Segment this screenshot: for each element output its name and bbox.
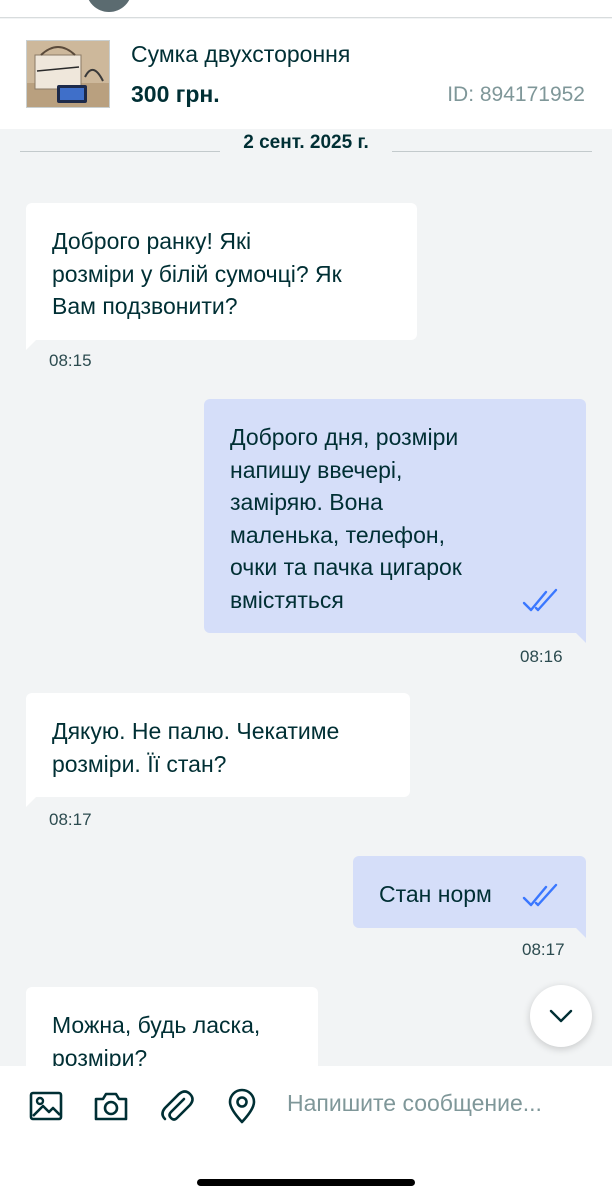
location-pin-icon[interactable] [222, 1086, 262, 1126]
date-separator: 2 сент. 2025 г. [20, 132, 592, 158]
message-line: заміряю. Вона [230, 489, 383, 515]
message-line: очки та пачка цигарок [230, 554, 462, 580]
bag-photo-icon [27, 41, 109, 107]
message-line: вмістяться [230, 586, 344, 613]
product-price: 300 грн. [131, 81, 220, 107]
chevron-down-icon [549, 1009, 573, 1023]
double-check-icon [522, 588, 558, 612]
message-input[interactable]: Напишите сообщение... [287, 1090, 542, 1117]
paperclip-icon[interactable] [157, 1086, 197, 1126]
message-bubble-outgoing[interactable]: Стан норм [353, 856, 586, 938]
product-card[interactable]: Сумка двухстороння 300 грн. ID: 89417195… [0, 19, 612, 129]
message-bubble-incoming[interactable]: Дякую. Не палю. Чекатиме розміри. Її ста… [26, 693, 410, 807]
image-icon[interactable] [26, 1086, 66, 1126]
message-line: Вам подзвонити? [52, 293, 238, 319]
product-id: ID: 894171952 [447, 83, 585, 106]
message-line: маленька, телефон, [230, 521, 445, 548]
contact-avatar[interactable] [86, 0, 132, 12]
message-line: напишу ввечері, [230, 456, 403, 483]
message-time: 08:17 [522, 940, 565, 959]
message-time: 08:15 [49, 351, 92, 370]
home-indicator[interactable] [197, 1179, 415, 1186]
top-header-strip [0, 0, 612, 18]
message-composer: Напишите сообщение... [0, 1066, 612, 1200]
camera-icon[interactable] [91, 1086, 131, 1126]
message-time: 08:17 [49, 810, 92, 829]
message-line: Доброго дня, розміри [230, 424, 459, 450]
message-line: розміри у білій сумочці? Як [52, 260, 342, 287]
product-thumbnail[interactable] [26, 40, 110, 108]
date-separator-line-right [392, 151, 592, 152]
message-bubble-incoming[interactable]: Доброго ранку! Які розміри у білій сумоч… [26, 203, 417, 350]
product-title: Сумка двухстороння [131, 41, 351, 67]
message-bubble-outgoing[interactable]: Доброго дня, розміри напишу ввечері, зам… [204, 399, 586, 643]
message-line: Доброго ранку! Які [52, 228, 252, 254]
scroll-to-bottom-button[interactable] [530, 985, 592, 1047]
message-line: розміри. Її стан? [52, 750, 227, 777]
message-line: Можна, будь ласка, [52, 1012, 261, 1038]
message-time: 08:16 [520, 647, 563, 666]
message-line: Стан норм [379, 881, 492, 907]
message-line: Дякую. Не палю. Чекатиме [52, 718, 340, 744]
double-check-icon [522, 883, 558, 907]
